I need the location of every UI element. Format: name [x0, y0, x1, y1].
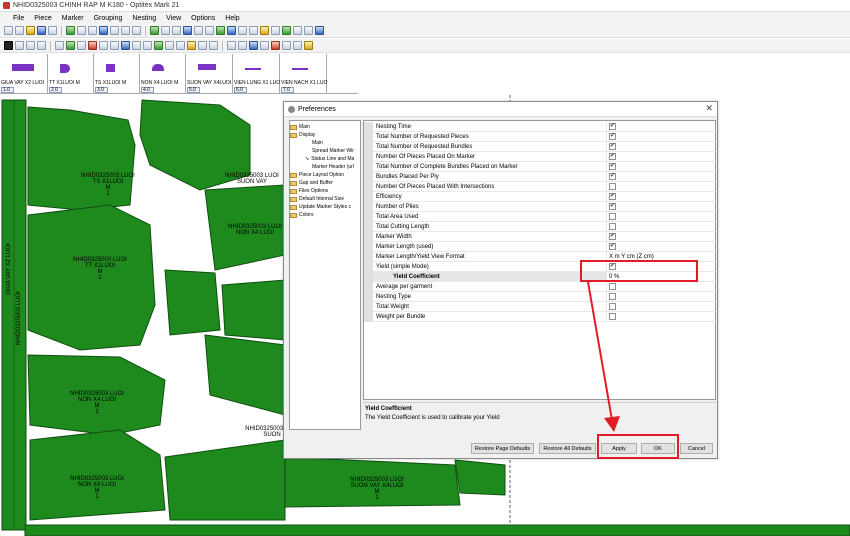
- annotation-arrow: [587, 281, 620, 432]
